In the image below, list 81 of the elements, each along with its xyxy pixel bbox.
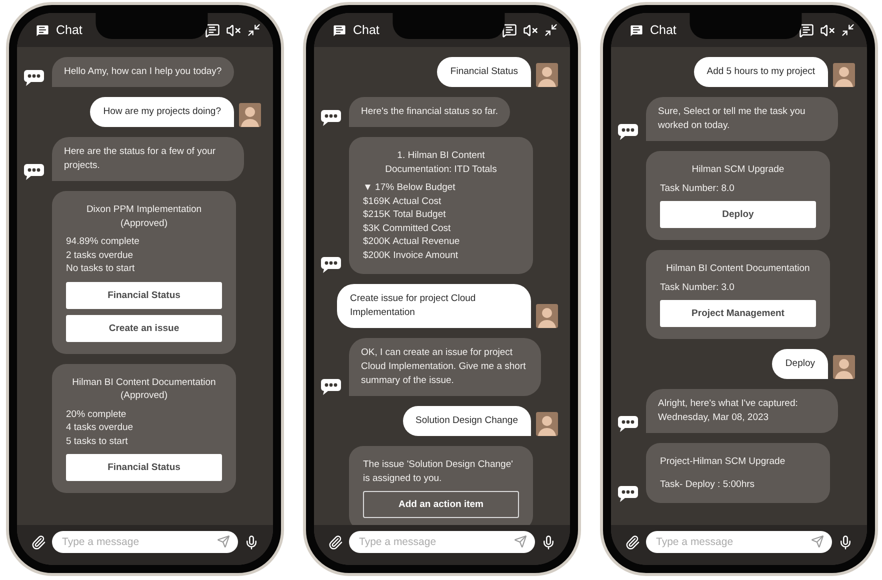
action-button[interactable]: Project Management [660,300,816,327]
bot-message: Alright, here's what I've captured: Wednesday, Mar 08, 2023 [646,389,838,433]
card-line: Task- Deploy : 5:00hrs [660,478,756,491]
attach-icon[interactable] [31,534,46,550]
collapse-icon[interactable] [544,23,558,37]
avatar-icon [536,304,558,328]
card-title: Hilman BI Content Documentation (Approved) [71,376,217,402]
card-title: Dixon PPM Implementation (Approved) [85,203,203,230]
mic-icon[interactable] [244,534,259,550]
card-title: 1. Hilman BI Content Documentation: ITD Totals [384,149,498,176]
user-message: Financial Status [437,57,531,87]
action-button[interactable]: Financial Status [66,282,222,308]
transcript-icon[interactable] [205,22,220,38]
message-field[interactable]: Type a message [646,531,832,553]
mute-icon[interactable] [523,22,538,38]
chatbot-icon [320,378,342,396]
send-icon[interactable] [514,535,527,548]
action-button[interactable]: Financial Status [66,454,222,481]
card-line: $215K Total Budget [363,208,447,222]
mute-icon[interactable] [226,22,241,38]
message-field[interactable]: Type a message [349,531,535,553]
transcript-icon[interactable] [799,22,814,38]
action-button[interactable]: Add an action item [363,491,519,518]
chatbot-icon [617,485,639,503]
user-message: Solution Design Change [402,406,531,436]
attach-icon[interactable] [625,534,640,550]
card-text: The issue 'Solution Design Change' is assigned to you. [363,458,514,485]
card-line: Task Number: 8.0 [660,182,736,195]
mute-icon[interactable] [820,22,835,38]
avatar-icon [833,355,855,379]
avatar-icon [833,63,855,87]
card-line: $169K Actual Cost [363,194,442,208]
action-button[interactable]: Create an issue [66,314,222,342]
user-message: Add 5 hours to my project [694,57,828,87]
message-field[interactable]: Type a message [52,531,238,553]
card-line: $3K Committed Cost [363,222,452,235]
bot-message: Hello Amy, how can I help you today? [52,57,234,87]
chat-icon [35,22,50,38]
bot-message: Sure, Select or tell me the task you worked on today. [646,97,838,141]
user-message: How are my projects doing? [90,97,234,127]
card-line: Task Number: 3.0 [660,280,736,294]
transcript-icon[interactable] [502,22,517,38]
chat-title: Chat [56,23,82,37]
bot-message: Here are the status for a few of your projects. [52,137,244,181]
user-message: Create issue for project Cloud Implementation [337,284,531,328]
bot-message: OK, I can create an issue for project Cloud Implementation. Give me a short summary of the issue. [349,338,541,396]
card-line: No tasks to start [66,262,136,276]
chatbot-icon [320,109,342,127]
card-line: 4 tasks overdue [66,421,134,434]
avatar-icon [536,63,558,87]
chatbot-icon [23,69,45,87]
collapse-icon[interactable] [841,23,855,37]
chatbot-icon [320,256,342,274]
chat-title: Chat [650,23,676,37]
attach-icon[interactable] [328,534,343,550]
card-line: 5 tasks to start [66,434,129,448]
card-line: $200K Actual Revenue [363,235,461,248]
chat-icon [629,22,644,38]
mic-icon[interactable] [838,534,853,550]
send-icon[interactable] [811,535,824,548]
card-title: Hilman BI Content Documentation [665,262,811,276]
bot-message: Here's the financial status so far. [349,97,510,127]
card-title: Hilman SCM Upgrade [690,163,786,176]
card-line: Project-Hilman SCM Upgrade [660,455,786,468]
card-line: 2 tasks overdue [66,248,134,262]
chat-title: Chat [353,23,380,37]
collapse-icon[interactable] [247,23,261,37]
card-line: ▼ 17% Below Budget [363,181,456,194]
card-line: $200K Invoice Amount [363,248,460,262]
chatbot-icon [617,123,639,141]
action-button[interactable]: Deploy [660,201,816,228]
mic-icon[interactable] [541,534,556,550]
avatar-icon [536,412,558,436]
chatbot-icon [23,163,45,181]
user-message: Deploy [772,349,828,379]
send-icon[interactable] [217,535,230,548]
chat-icon [332,22,347,38]
card-line: 20% complete [66,408,128,421]
card-line: 94.89% complete [66,235,140,248]
avatar-icon [239,103,261,127]
chatbot-icon [617,415,639,433]
